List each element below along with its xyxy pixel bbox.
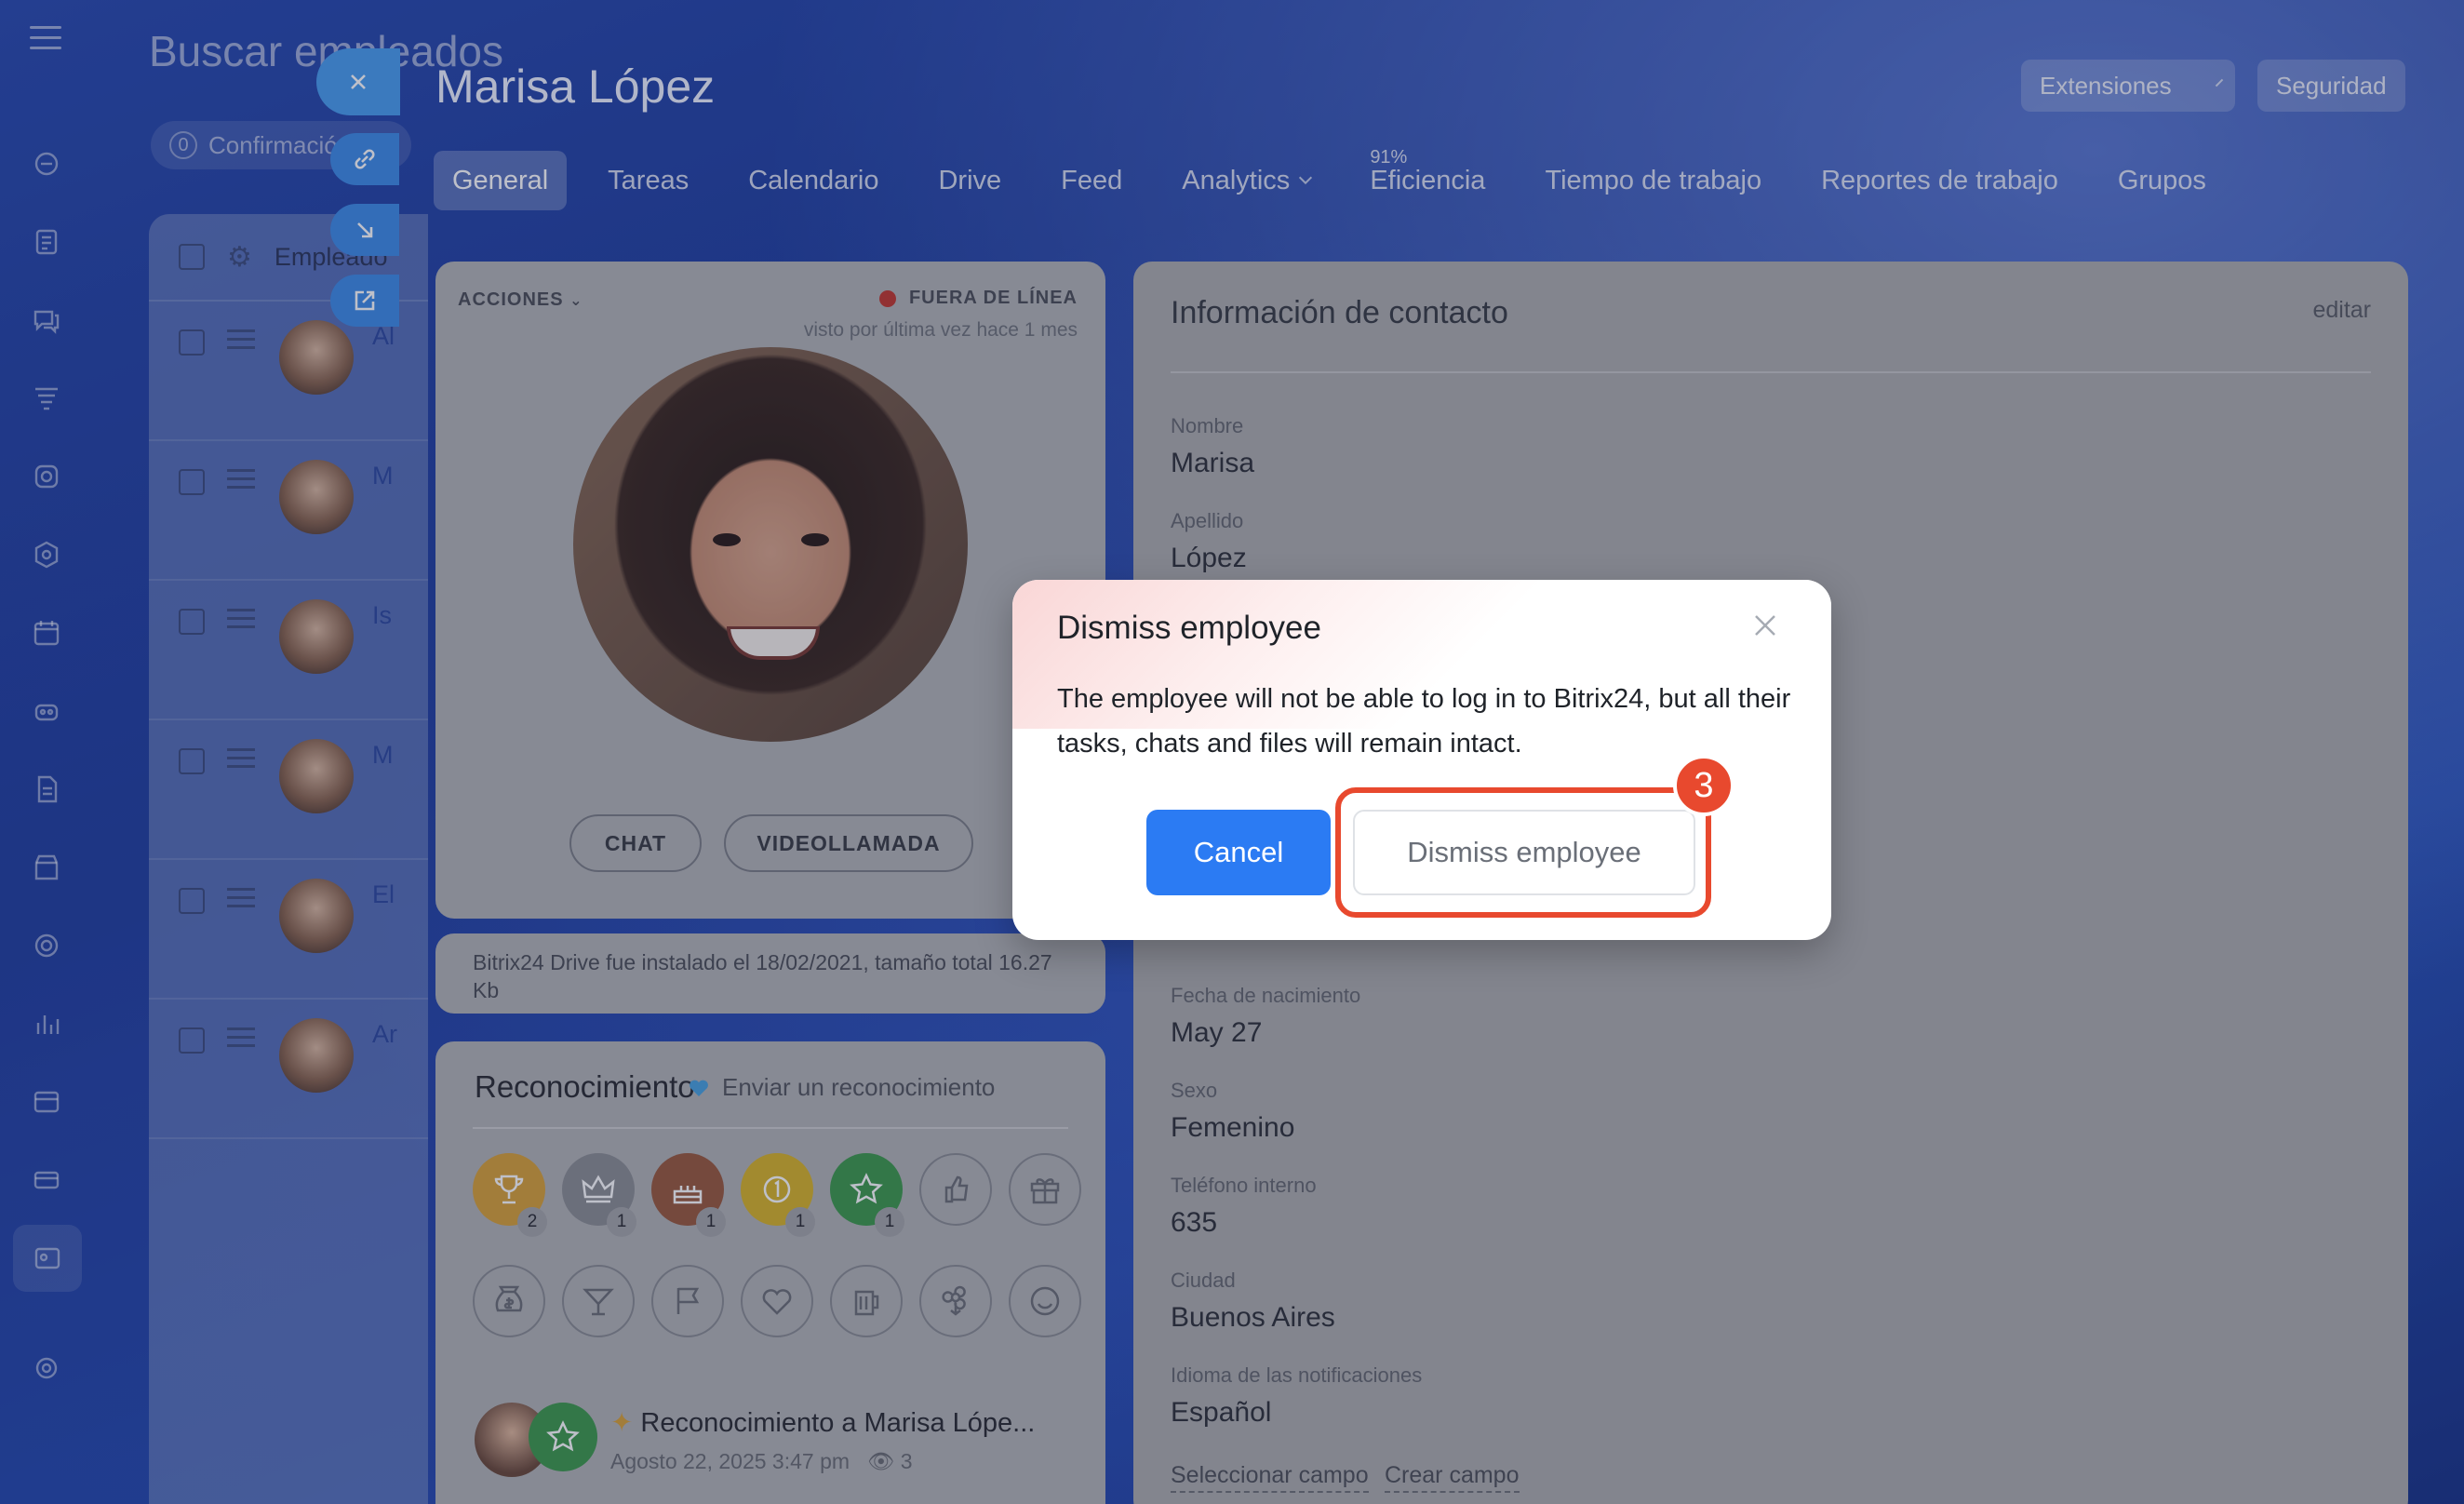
step-number-badge: 3 (1673, 755, 1734, 816)
cancel-button[interactable]: Cancel (1146, 810, 1331, 895)
dialog-title: Dismiss employee (1057, 610, 1321, 646)
highlight-frame (1335, 787, 1711, 918)
dialog-message: The employee will not be able to log in … (1057, 684, 1791, 759)
close-icon[interactable] (1751, 611, 1779, 639)
